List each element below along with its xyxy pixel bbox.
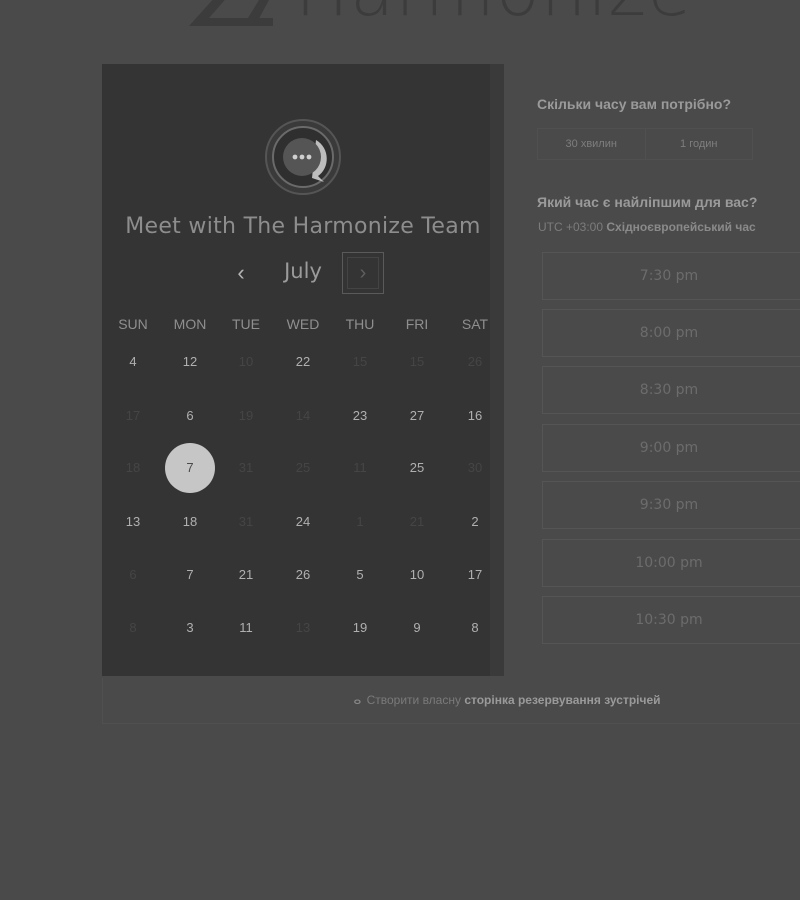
- duration-question: Скільки часу вам потрібно?: [537, 96, 732, 112]
- hubspot-sprocket-icon: ⴰ: [353, 693, 362, 707]
- day-cell: 10: [238, 354, 254, 369]
- day-cell[interactable]: 24: [278, 497, 328, 547]
- day-cell[interactable]: 23: [335, 391, 385, 441]
- day-cell[interactable]: 8: [450, 603, 500, 653]
- day-cell[interactable]: 26: [278, 550, 328, 600]
- day-cell: 18: [125, 460, 141, 475]
- logo-mark-icon: [189, 0, 273, 26]
- day-cell[interactable]: 22: [278, 337, 328, 387]
- time-question: Який час є найліпшим для вас?: [537, 194, 758, 210]
- day-cell: 25: [295, 460, 311, 475]
- day-cell[interactable]: 19: [335, 603, 385, 653]
- day-cell: 8: [129, 620, 137, 635]
- day-cell[interactable]: 27: [392, 391, 442, 441]
- day-cell: 11: [353, 460, 367, 475]
- time-slot[interactable]: 8:00 pm: [542, 309, 800, 357]
- duration-1hour-button[interactable]: 1 годин: [644, 129, 753, 159]
- day-cell: 31: [238, 514, 254, 529]
- day-cell[interactable]: 16: [450, 391, 500, 441]
- day-cell: 14: [295, 408, 311, 423]
- day-cell[interactable]: 7: [165, 550, 215, 600]
- timezone-label: UTC +03:00 Східноєвропейський час: [538, 220, 756, 234]
- booking-page: Harmonize Meet with The Harmonize Team ‹…: [0, 0, 800, 900]
- timezone-offset: UTC +03:00: [538, 220, 604, 234]
- day-cell: 13: [295, 620, 311, 635]
- brand-logo: Harmonize: [185, 0, 693, 26]
- logo-text: Harmonize: [295, 0, 693, 26]
- day-cell: 30: [467, 460, 483, 475]
- day-cell: 26: [467, 354, 483, 369]
- time-slot[interactable]: 9:30 pm: [542, 481, 800, 529]
- day-cell-selected[interactable]: 7: [165, 443, 215, 493]
- footer-create-own: ⴰ Створити власну сторінка резервування …: [102, 678, 800, 724]
- day-cell: 1: [356, 514, 364, 529]
- day-cell[interactable]: 4: [108, 337, 158, 387]
- day-cell[interactable]: 12: [165, 337, 215, 387]
- day-cell: 21: [409, 514, 425, 529]
- day-cell[interactable]: 9: [392, 603, 442, 653]
- day-cell: 15: [409, 354, 425, 369]
- duration-toggle: 30 хвилин 1 годин: [537, 128, 753, 160]
- create-booking-page-link[interactable]: сторінка резервування зустрічей: [464, 693, 660, 707]
- time-slot[interactable]: 9:00 pm: [542, 424, 800, 472]
- day-cell[interactable]: 17: [450, 550, 500, 600]
- day-cell[interactable]: 25: [392, 443, 442, 493]
- day-cell[interactable]: 2: [450, 497, 500, 547]
- day-cell[interactable]: 10: [392, 550, 442, 600]
- day-cell[interactable]: 21: [221, 550, 271, 600]
- day-grid: 4 12 10 22 15 15 26 17 6 19 14 23 27 16 18 7 31 25 11 25 30 1…: [102, 64, 504, 676]
- day-cell: 19: [238, 408, 254, 423]
- day-cell: 31: [238, 460, 254, 475]
- duration-30min-button[interactable]: 30 хвилин: [538, 129, 645, 159]
- day-cell[interactable]: 5: [335, 550, 385, 600]
- time-slot[interactable]: 7:30 pm: [542, 252, 800, 300]
- day-cell: 17: [125, 408, 141, 423]
- time-slot[interactable]: 8:30 pm: [542, 366, 800, 414]
- footer-prefix: Створити власну: [366, 693, 461, 707]
- day-cell[interactable]: 6: [165, 391, 215, 441]
- timezone-name[interactable]: Східноєвропейський час: [606, 220, 755, 234]
- time-slot[interactable]: 10:30 pm: [542, 596, 800, 644]
- time-slot[interactable]: 10:00 pm: [542, 539, 800, 587]
- day-cell: 15: [352, 354, 368, 369]
- day-cell[interactable]: 3: [165, 603, 215, 653]
- calendar-panel: Meet with The Harmonize Team ‹ July › SU…: [102, 64, 504, 676]
- day-cell: 6: [129, 567, 137, 582]
- day-cell[interactable]: 18: [165, 497, 215, 547]
- day-cell[interactable]: 13: [108, 497, 158, 547]
- day-cell[interactable]: 11: [221, 603, 271, 653]
